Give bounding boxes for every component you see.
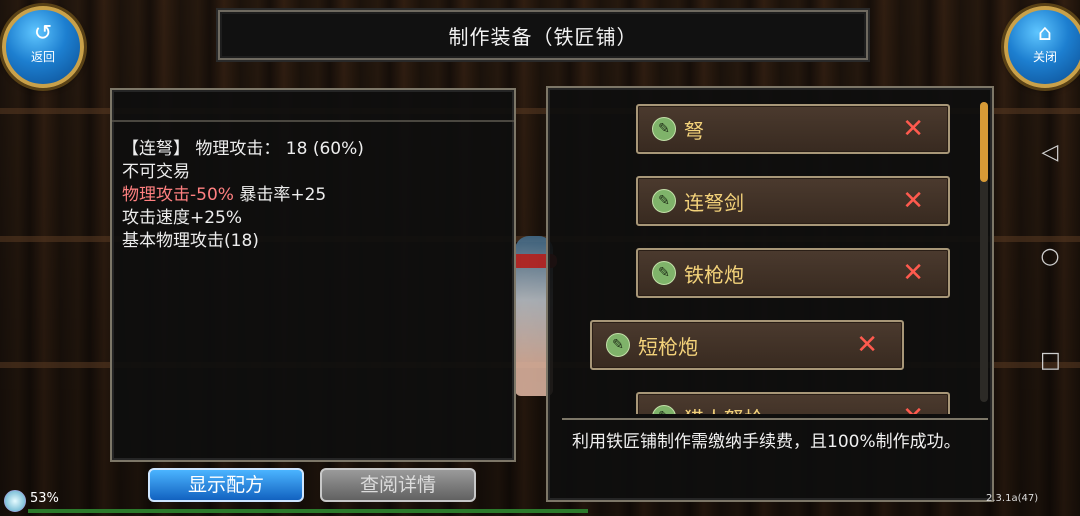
close-button[interactable]: ⌂ 关闭 [1004, 6, 1080, 88]
window-title: 制作装备（铁匠铺） [218, 10, 868, 60]
recipe-name: 连弩剑 [684, 190, 744, 215]
item-stat-line: 物理攻击-50% 暴击率+25 [122, 184, 504, 207]
battery-percent: 53% [30, 491, 59, 506]
android-home-icon[interactable]: ○ [1040, 244, 1060, 269]
recipe-name: 铁枪炮 [684, 262, 744, 287]
version-label: 2.3.1a(47) [986, 493, 1039, 504]
recipe-name: 弩 [684, 118, 704, 143]
crossbow-icon: ✎ [606, 333, 630, 357]
recipe-item[interactable]: ✎ 弩 ✕ [636, 104, 950, 154]
remove-icon[interactable]: ✕ [902, 186, 924, 216]
battery-icon [4, 490, 26, 512]
recipe-list-panel: ✎ 弩 ✕ ✎ 连弩剑 ✕ ✎ 铁枪炮 ✕ ✎ 短枪炮 ✕ ✎ 猎人弩枪 ✕ 利… [546, 86, 994, 502]
panel-header-strip [112, 90, 514, 122]
close-button-label: 关闭 [1032, 50, 1057, 64]
recipe-name: 短枪炮 [638, 334, 698, 359]
scrollbar-thumb[interactable] [980, 102, 988, 182]
show-recipe-button[interactable]: 显示配方 [148, 468, 304, 502]
remove-icon[interactable]: ✕ [856, 330, 878, 360]
remove-icon[interactable]: ✕ [902, 114, 924, 144]
recipe-item[interactable]: ✎ 猎人弩枪 ✕ [636, 392, 950, 414]
crossbow-icon: ✎ [652, 117, 676, 141]
remove-icon[interactable]: ✕ [902, 258, 924, 288]
item-trade-line: 不可交易 [122, 162, 190, 182]
item-attack-line: 【连弩】 物理攻击： 18 (60%) [122, 139, 364, 159]
crossbow-icon: ✎ [652, 405, 676, 414]
crossbow-icon: ✎ [652, 261, 676, 285]
crit-rate-text: 暴击率+25 [233, 185, 327, 205]
recipe-scrollbar[interactable] [980, 102, 988, 402]
back-button-label: 返回 [30, 50, 55, 64]
recipe-item-selected[interactable]: ✎ 短枪炮 ✕ [590, 320, 904, 370]
item-speed-line: 攻击速度+25% [122, 208, 243, 228]
android-recent-icon[interactable]: □ [1040, 348, 1061, 373]
remove-icon[interactable]: ✕ [902, 402, 924, 414]
recipe-list[interactable]: ✎ 弩 ✕ ✎ 连弩剑 ✕ ✎ 铁枪炮 ✕ ✎ 短枪炮 ✕ ✎ 猎人弩枪 ✕ [548, 88, 974, 414]
crafting-info-text: 利用铁匠铺制作需缴纳手续费，且100%制作成功。 [562, 418, 988, 502]
item-description: 【连弩】 物理攻击： 18 (60%) 不可交易 物理攻击-50% 暴击率+25… [122, 138, 504, 253]
item-description-panel: 【连弩】 物理攻击： 18 (60%) 不可交易 物理攻击-50% 暴击率+25… [110, 88, 516, 462]
recipe-name: 猎人弩枪 [684, 403, 902, 415]
view-detail-button[interactable]: 查阅详情 [320, 468, 476, 502]
attack-penalty-text: 物理攻击-50% [122, 185, 234, 205]
recipe-item[interactable]: ✎ 连弩剑 ✕ [636, 176, 950, 226]
home-icon: ⌂ [1038, 21, 1052, 46]
crossbow-icon: ✎ [652, 189, 676, 213]
item-base-attack-line: 基本物理攻击(18) [122, 231, 259, 251]
recipe-item[interactable]: ✎ 铁枪炮 ✕ [636, 248, 950, 298]
return-arrow-icon: ↺ [33, 21, 53, 46]
android-back-icon[interactable]: ◁ [1040, 140, 1060, 165]
progress-bar [28, 509, 588, 513]
back-button[interactable]: ↺ 返回 [2, 6, 84, 88]
